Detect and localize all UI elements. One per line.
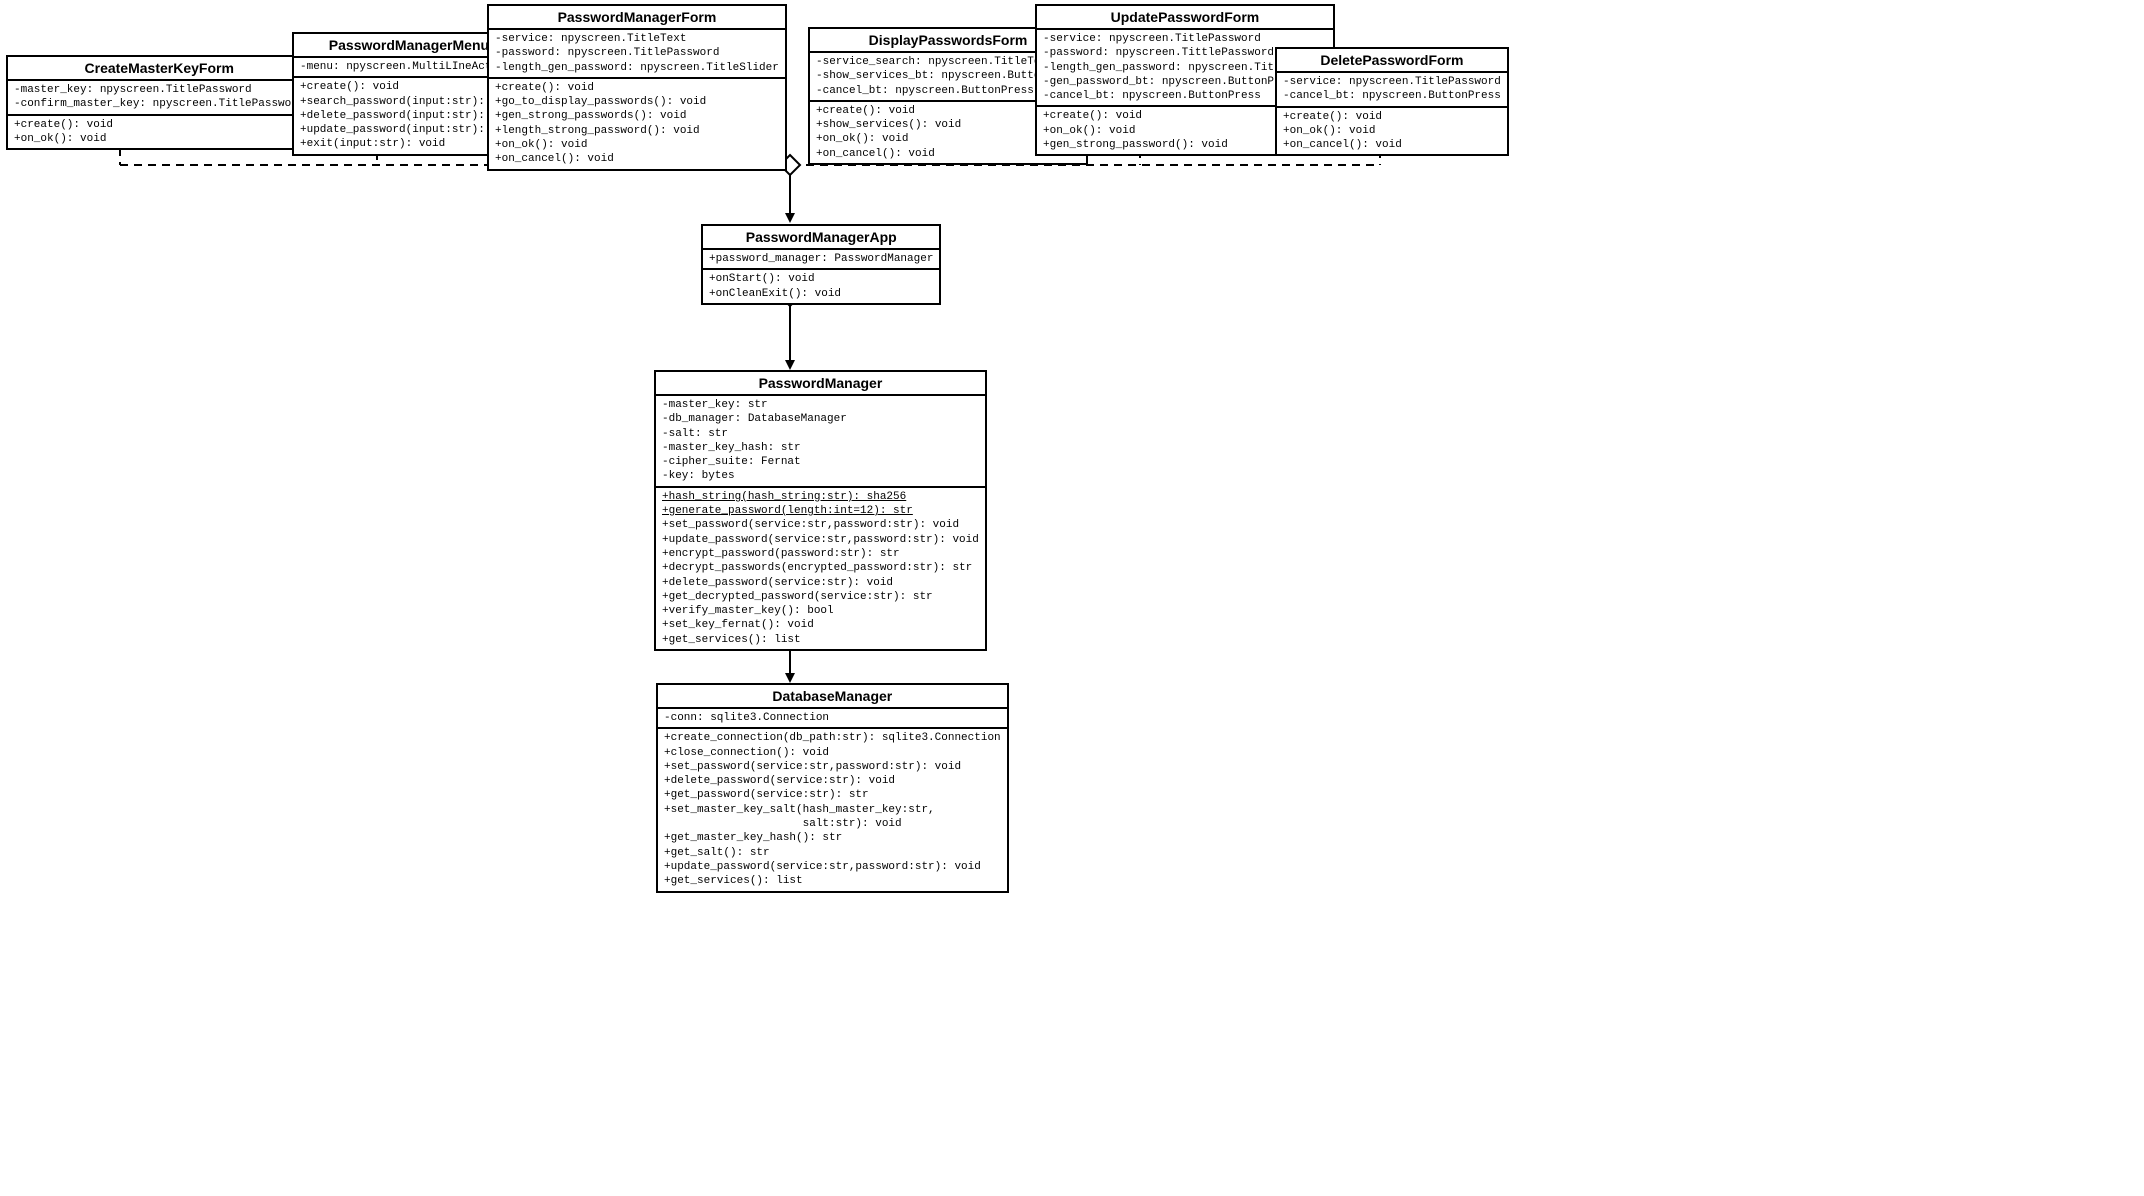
class-title: PasswordManager [656, 372, 985, 396]
class-passwordmanager: PasswordManager -master_key: str -db_man… [654, 370, 987, 651]
class-passwordmanagerapp: PasswordManagerApp +password_manager: Pa… [701, 224, 941, 305]
class-attrs: -master_key: str -db_manager: DatabaseMa… [656, 396, 985, 488]
class-title: DatabaseManager [658, 685, 1007, 709]
class-attrs: +password_manager: PasswordManager [703, 250, 939, 270]
class-deletepasswordform: DeletePasswordForm -service: npyscreen.T… [1275, 47, 1509, 156]
class-methods: +create(): void +go_to_display_passwords… [489, 79, 785, 169]
class-databasemanager: DatabaseManager -conn: sqlite3.Connectio… [656, 683, 1009, 893]
class-attrs: -conn: sqlite3.Connection [658, 709, 1007, 729]
class-attrs: -service: npyscreen.TitleText -password:… [489, 30, 785, 79]
class-passwordmanagerform: PasswordManagerForm -service: npyscreen.… [487, 4, 787, 171]
class-attrs: -service: npyscreen.TitlePassword -cance… [1277, 73, 1507, 108]
class-methods: +create_connection(db_path:str): sqlite3… [658, 729, 1007, 890]
class-title: CreateMasterKeyForm [8, 57, 310, 81]
class-title: PasswordManagerForm [489, 6, 785, 30]
class-title: DeletePasswordForm [1277, 49, 1507, 73]
class-attrs: -master_key: npyscreen.TitlePassword -co… [8, 81, 310, 116]
class-methods: +hash_string(hash_string:str): sha256 +g… [656, 488, 985, 649]
uml-connectors [0, 0, 2144, 1196]
class-createmasterkeyform: CreateMasterKeyForm -master_key: npyscre… [6, 55, 312, 150]
class-methods: +create(): void +on_ok(): void +on_cance… [1277, 108, 1507, 155]
class-title: UpdatePasswordForm [1037, 6, 1333, 30]
class-methods: +onStart(): void +onCleanExit(): void [703, 270, 939, 303]
class-title: PasswordManagerApp [703, 226, 939, 250]
class-methods: +create(): void +on_ok(): void [8, 116, 310, 149]
